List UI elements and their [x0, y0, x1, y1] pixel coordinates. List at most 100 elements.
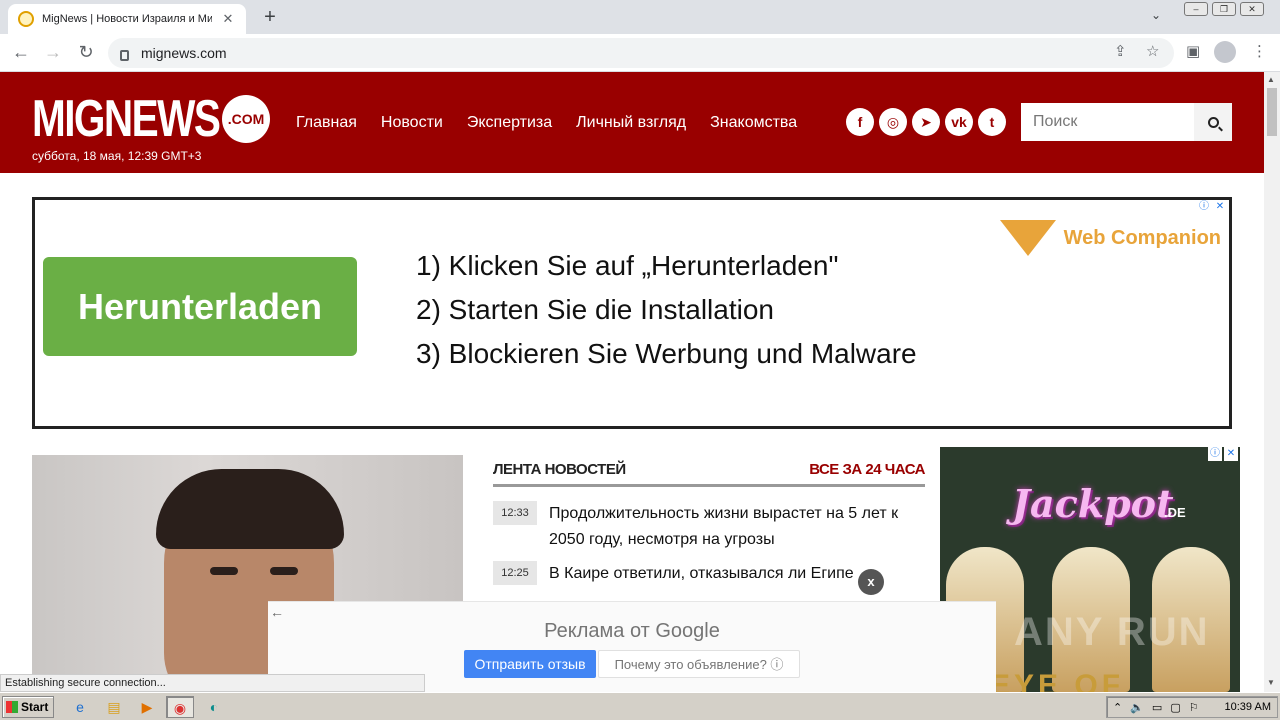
- back-arrow-icon[interactable]: ←: [10, 42, 32, 63]
- ad-step: 1) Klicken Sie auf „Herunterladen": [416, 250, 839, 281]
- page-scrollbar[interactable]: ▲ ▼: [1264, 72, 1280, 692]
- reload-icon[interactable]: ↻: [75, 42, 97, 63]
- nav-dating[interactable]: Знакомства: [710, 114, 797, 132]
- nav-home[interactable]: Главная: [296, 114, 357, 132]
- ad-game-title: EYE OF: [990, 669, 1125, 692]
- google-ad-close-button[interactable]: x: [858, 569, 884, 595]
- twitter-icon[interactable]: t: [978, 108, 1006, 136]
- site-logo[interactable]: MIGNEWS: [32, 93, 221, 145]
- folder-icon[interactable]: ▤: [100, 696, 128, 718]
- ad-close-icon[interactable]: ✕: [1224, 447, 1238, 461]
- instagram-icon[interactable]: ◎: [879, 108, 907, 136]
- browser-toolbar: ← → ↻ mignews.com ⇪ ☆ ▣ ⋮: [0, 34, 1280, 72]
- main-nav: Главная Новости Экспертиза Личный взгляд…: [296, 114, 797, 132]
- ad-steps: 1) Klicken Sie auf „Herunterladen" 2) St…: [416, 244, 917, 376]
- news-headline[interactable]: В Каире ответили, отказывался ли Египе: [549, 561, 854, 587]
- google-ad-title: Реклама от Google: [544, 620, 720, 642]
- why-this-ad-button[interactable]: Почему это объявление? ⓘ: [598, 650, 800, 678]
- news-time: 12:33: [493, 501, 537, 525]
- bookmark-star-icon[interactable]: ☆: [1146, 42, 1159, 60]
- adchoices: ⓘ ✕: [1208, 447, 1238, 461]
- ad-brand: Web Companion: [999, 220, 1221, 256]
- scroll-down-icon[interactable]: ▼: [1267, 678, 1275, 687]
- site-search: [1021, 103, 1232, 141]
- search-icon: [1207, 116, 1219, 128]
- share-icon[interactable]: ⇪: [1114, 42, 1127, 60]
- browser-tab[interactable]: MigNews | Новости Израиля и Мира ✕: [8, 4, 246, 34]
- close-window-button[interactable]: ✕: [1240, 2, 1264, 16]
- feed-all-link[interactable]: ВСЕ ЗА 24 ЧАСА: [809, 461, 925, 478]
- flag-icon[interactable]: ⚐: [1189, 701, 1199, 714]
- feed-header: ЛЕНТА НОВОСТЕЙ ВСЕ ЗА 24 ЧАСА: [493, 455, 925, 487]
- watermark: ANY RUN: [1014, 610, 1210, 654]
- nav-expertise[interactable]: Экспертиза: [467, 114, 552, 132]
- ad-close-icon[interactable]: ✕: [1213, 200, 1227, 214]
- search-input[interactable]: [1021, 103, 1194, 141]
- adchoices-info-icon[interactable]: ⓘ: [1197, 200, 1211, 214]
- social-links: f ◎ ➤ vk t: [846, 108, 1006, 136]
- ad-download-button[interactable]: Herunterladen: [43, 257, 357, 356]
- menu-kebab-icon[interactable]: ⋮: [1252, 42, 1267, 60]
- send-feedback-button[interactable]: Отправить отзыв: [464, 650, 596, 678]
- search-button[interactable]: [1194, 103, 1232, 141]
- ie-icon[interactable]: e: [66, 696, 94, 718]
- photo-eye: [210, 567, 238, 575]
- news-headline[interactable]: Продолжительность жизни вырастет на 5 ле…: [549, 501, 925, 553]
- forward-arrow-icon[interactable]: →: [42, 42, 64, 63]
- address-bar[interactable]: mignews.com: [108, 38, 1174, 68]
- feed-title: ЛЕНТА НОВОСТЕЙ: [493, 461, 626, 478]
- current-date: суббота, 18 мая, 12:39 GMT+3: [32, 149, 202, 163]
- lock-icon[interactable]: [120, 49, 129, 61]
- photo-hair: [156, 469, 344, 549]
- site-header: MIGNEWS .COM суббота, 18 мая, 12:39 GMT+…: [0, 72, 1264, 173]
- ad-step: 2) Starten Sie die Installation: [416, 294, 774, 325]
- adchoices-info-icon[interactable]: ⓘ: [1208, 447, 1222, 461]
- clock[interactable]: 10:39 AM: [1225, 701, 1271, 713]
- edge-icon[interactable]: ◐: [200, 696, 228, 718]
- security-icon[interactable]: ▢: [1170, 701, 1180, 714]
- chrome-icon[interactable]: ◉: [166, 696, 194, 718]
- browser-tabbar: MigNews | Новости Израиля и Мира ✕ + ⌄ –…: [0, 0, 1280, 34]
- url-text[interactable]: mignews.com: [141, 45, 227, 61]
- tab-title: MigNews | Новости Израиля и Мира: [42, 13, 212, 25]
- ad-step: 3) Blockieren Sie Werbung und Malware: [416, 338, 917, 369]
- media-player-icon[interactable]: ▶: [133, 696, 161, 718]
- nav-news[interactable]: Новости: [381, 114, 443, 132]
- news-feed: ЛЕНТА НОВОСТЕЙ ВСЕ ЗА 24 ЧАСА 12:33 Прод…: [493, 455, 925, 587]
- minimize-button[interactable]: –: [1184, 2, 1208, 16]
- volume-icon[interactable]: 🔈: [1130, 701, 1144, 714]
- news-item[interactable]: 12:33 Продолжительность жизни вырастет н…: [493, 501, 925, 553]
- scroll-up-icon[interactable]: ▲: [1267, 75, 1275, 84]
- back-arrow-icon[interactable]: ←: [270, 604, 284, 620]
- ad-jackpot-suffix: .DE: [1164, 505, 1186, 520]
- ad-banner[interactable]: Herunterladen 1) Klicken Sie auf „Herunt…: [32, 197, 1232, 429]
- site-logo-badge[interactable]: .COM: [222, 95, 270, 143]
- taskbar: Start e ▤ ▶ ◉ ◐ ⌃ 🔈 ▭ ▢ ⚐ 10:39 AM: [0, 692, 1280, 720]
- news-time: 12:25: [493, 561, 537, 585]
- scroll-thumb[interactable]: [1267, 88, 1277, 136]
- profile-avatar[interactable]: [1214, 41, 1236, 63]
- photo-eye: [270, 567, 298, 575]
- ad-jackpot-title: Jackpot: [1012, 481, 1174, 526]
- web-companion-logo-icon: [999, 220, 1056, 256]
- telegram-icon[interactable]: ➤: [912, 108, 940, 136]
- nav-personal-view[interactable]: Личный взгляд: [576, 114, 686, 132]
- tray-expand-icon[interactable]: ⌃: [1113, 701, 1122, 714]
- network-icon[interactable]: ▭: [1152, 701, 1162, 714]
- tab-search-chevron-icon[interactable]: ⌄: [1151, 8, 1161, 22]
- adchoices: ⓘ ✕: [1197, 200, 1227, 214]
- window-controls: – ❐ ✕: [1184, 2, 1264, 16]
- vk-icon[interactable]: vk: [945, 108, 973, 136]
- start-label: Start: [21, 700, 49, 714]
- side-panel-icon[interactable]: ▣: [1186, 42, 1200, 60]
- system-tray: ⌃ 🔈 ▭ ▢ ⚐ 10:39 AM: [1106, 696, 1278, 718]
- ad-brand-name: Web Companion: [1063, 226, 1221, 249]
- restore-button[interactable]: ❐: [1212, 2, 1236, 16]
- start-button[interactable]: Start: [2, 696, 54, 718]
- site-favicon-icon: [18, 11, 34, 27]
- status-bar: Establishing secure connection...: [0, 674, 425, 692]
- new-tab-button[interactable]: +: [258, 6, 282, 29]
- facebook-icon[interactable]: f: [846, 108, 874, 136]
- windows-logo-icon: [6, 701, 18, 713]
- close-tab-icon[interactable]: ✕: [220, 11, 236, 27]
